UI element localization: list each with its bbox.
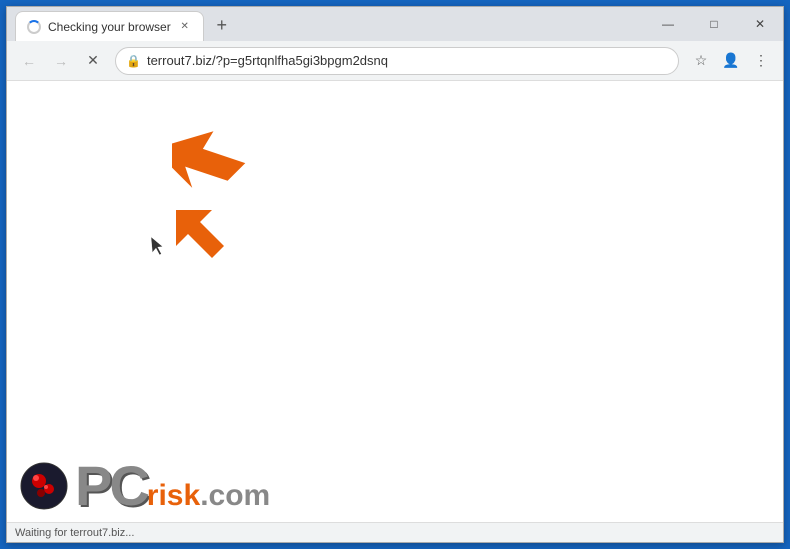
- browser-window: Checking your browser ✕ + — □ ✕ ← → ✕ 🔒 …: [6, 6, 784, 543]
- title-bar: Checking your browser ✕ + — □ ✕: [7, 7, 783, 41]
- pcrisk-logo-icon: [19, 461, 69, 511]
- tabs-row: Checking your browser ✕ +: [7, 7, 376, 41]
- status-text: Waiting for terrout7.biz...: [15, 527, 134, 539]
- orange-arrow-icon: [172, 111, 262, 201]
- arrow-visual: [172, 206, 252, 286]
- status-bar: Waiting for terrout7.biz...: [7, 522, 783, 542]
- minimize-button[interactable]: —: [645, 7, 691, 41]
- mouse-cursor: [151, 235, 169, 261]
- window-controls: — □ ✕: [645, 7, 783, 41]
- toolbar: ← → ✕ 🔒 terrout7.biz/?p=g5rtqnlfha5gi3bp…: [7, 41, 783, 81]
- toolbar-actions: ☆ 👤 ⋮: [687, 47, 775, 75]
- active-tab[interactable]: Checking your browser ✕: [15, 11, 204, 41]
- pcrisk-text: PCrisk.com: [75, 458, 270, 514]
- arrow-container: [172, 111, 262, 286]
- loading-spinner: [27, 20, 41, 34]
- close-button[interactable]: ✕: [737, 7, 783, 41]
- url-text: terrout7.biz/?p=g5rtqnlfha5gi3bpgm2dsnq: [147, 53, 668, 68]
- maximize-button[interactable]: □: [691, 7, 737, 41]
- reload-button[interactable]: ✕: [79, 47, 107, 75]
- dotcom-text: .com: [200, 479, 270, 512]
- pc-text: PC: [75, 454, 147, 517]
- address-bar[interactable]: 🔒 terrout7.biz/?p=g5rtqnlfha5gi3bpgm2dsn…: [115, 47, 679, 75]
- content-area: PCrisk.com: [7, 81, 783, 522]
- watermark-logo: PCrisk.com: [19, 458, 270, 514]
- account-button[interactable]: 👤: [717, 47, 745, 75]
- forward-button[interactable]: →: [47, 47, 75, 75]
- tab-favicon: [26, 19, 42, 35]
- risk-text: risk: [147, 479, 200, 512]
- tab-close-button[interactable]: ✕: [177, 19, 193, 35]
- menu-button[interactable]: ⋮: [747, 47, 775, 75]
- lock-icon: 🔒: [126, 54, 141, 68]
- tab-title: Checking your browser: [48, 20, 171, 34]
- bookmark-button[interactable]: ☆: [687, 47, 715, 75]
- back-button[interactable]: ←: [15, 47, 43, 75]
- new-tab-button[interactable]: +: [208, 11, 236, 39]
- watermark: PCrisk.com: [7, 450, 282, 522]
